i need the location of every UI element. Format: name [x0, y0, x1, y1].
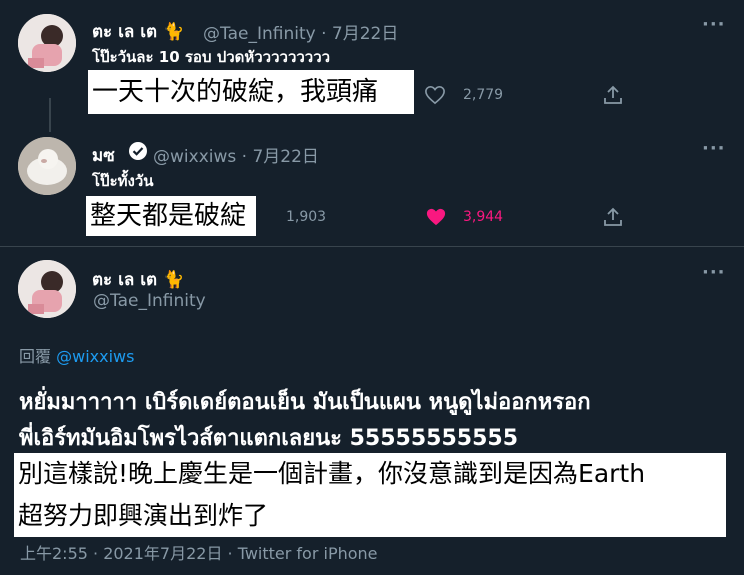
display-name[interactable]: มซ	[92, 142, 115, 169]
handle-and-date: @wixxiws · 7月22日	[153, 147, 319, 167]
tweet-text: โป๊ะวันละ 10 รอบ ปวดหัววววววววว	[92, 48, 331, 66]
more-options-icon[interactable]: ···	[702, 138, 726, 159]
retweet-count: 1,903	[286, 209, 327, 225]
translation-overlay: 整天都是破綻	[86, 196, 257, 236]
translation-overlay-line-1: 別這樣說!晚上慶生是一個計畫，你沒意識到是因為Earth	[14, 453, 726, 495]
tweet-date[interactable]: 7月22日	[252, 147, 318, 167]
like-count: 2,779	[463, 87, 504, 103]
cat-emoji: 🐈	[163, 270, 185, 290]
tweet-timestamp[interactable]: 上午2:55 · 2021年7月22日 · Twitter for iPhone	[20, 540, 378, 564]
display-name-text: มซ	[92, 146, 115, 166]
divider	[0, 246, 744, 247]
handle[interactable]: @Tae_Infinity	[203, 24, 316, 44]
display-name[interactable]: ตะ เล เต 🐈	[92, 266, 184, 293]
avatar[interactable]	[18, 137, 76, 195]
more-options-icon[interactable]: ···	[702, 14, 726, 35]
reply-label: 回覆	[19, 347, 52, 366]
share-icon[interactable]	[602, 84, 624, 110]
like-icon[interactable]	[424, 85, 446, 109]
cat-emoji: 🐈	[163, 22, 185, 42]
like-count: 3,944	[463, 209, 504, 225]
share-icon[interactable]	[602, 206, 624, 232]
reply-to: 回覆 @wixxiws	[19, 343, 134, 367]
handle[interactable]: @Tae_Infinity	[93, 291, 206, 311]
tweet-text-line-1: หยั่มมาาาาา เบิร์ดเดย์ตอนเย็น มันเป็นแผน…	[19, 390, 591, 415]
more-options-icon[interactable]: ···	[702, 262, 726, 283]
avatar[interactable]	[18, 260, 76, 318]
handle[interactable]: @wixxiws	[153, 147, 236, 167]
translation-overlay: 一天十次的破綻，我頭痛	[88, 70, 415, 114]
translation-overlay-line-2: 超努力即興演出到炸了	[14, 495, 726, 537]
tweet-text: โป๊ะทั้งวัน	[92, 172, 154, 190]
tweet-date[interactable]: 7月22日	[332, 24, 398, 44]
thread-line	[49, 98, 51, 132]
avatar[interactable]	[18, 14, 76, 72]
like-filled-icon[interactable]	[425, 207, 447, 231]
display-name-text: ตะ เล เต	[92, 22, 158, 42]
display-name[interactable]: ตะ เล เต 🐈	[92, 18, 184, 45]
display-name-text: ตะ เล เต	[92, 270, 158, 290]
reply-handle-link[interactable]: @wixxiws	[56, 347, 134, 366]
verified-badge-icon	[127, 140, 149, 166]
handle-and-date: @Tae_Infinity · 7月22日	[203, 24, 399, 44]
tweet-text-line-2: พี่เอิร์ทมันอิมโพรไวส์ตาแตกเลยนะ 5555555…	[19, 426, 519, 451]
